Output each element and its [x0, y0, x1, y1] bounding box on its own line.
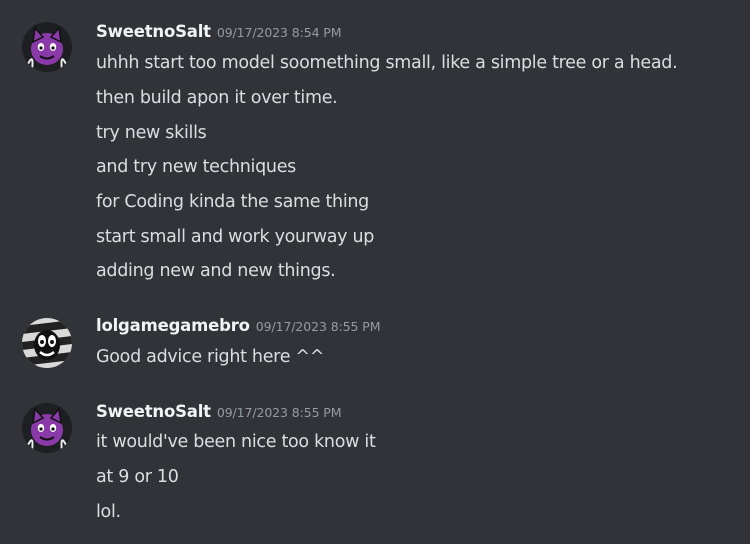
- message-header: lolgamegamebro 09/17/2023 8:55 PM: [96, 316, 380, 340]
- message-header: SweetnoSalt 09/17/2023 8:54 PM: [96, 22, 342, 46]
- timestamp[interactable]: 09/17/2023 8:54 PM: [217, 25, 342, 40]
- message-text: for Coding kinda the same thing: [96, 192, 369, 212]
- striped-face-avatar-icon[interactable]: [22, 318, 72, 368]
- message-text: Good advice right here ^^: [96, 347, 325, 367]
- timestamp[interactable]: 09/17/2023 8:55 PM: [256, 319, 381, 334]
- message-header: SweetnoSalt 09/17/2023 8:55 PM: [96, 402, 342, 426]
- username[interactable]: SweetnoSalt: [96, 22, 211, 41]
- message-text: lol.: [96, 502, 121, 522]
- message-text: then build apon it over time.: [96, 88, 338, 108]
- message-text: it would've been nice too know it: [96, 432, 376, 452]
- message-text: uhhh start too model soomething small, l…: [96, 53, 678, 73]
- username[interactable]: lolgamegamebro: [96, 316, 250, 335]
- message-text: at 9 or 10: [96, 467, 179, 487]
- message-text: try new skills: [96, 123, 207, 143]
- purple-cat-avatar-icon[interactable]: [22, 403, 72, 453]
- timestamp[interactable]: 09/17/2023 8:55 PM: [217, 405, 342, 420]
- message-text: start small and work yourway up: [96, 227, 375, 247]
- message-text: adding new and new things.: [96, 261, 336, 281]
- chat-message-list: SweetnoSalt 09/17/2023 8:54 PM uhhh start…: [0, 0, 750, 544]
- message-text: and try new techniques: [96, 157, 296, 177]
- purple-cat-avatar-icon[interactable]: [22, 22, 72, 72]
- username[interactable]: SweetnoSalt: [96, 402, 211, 421]
